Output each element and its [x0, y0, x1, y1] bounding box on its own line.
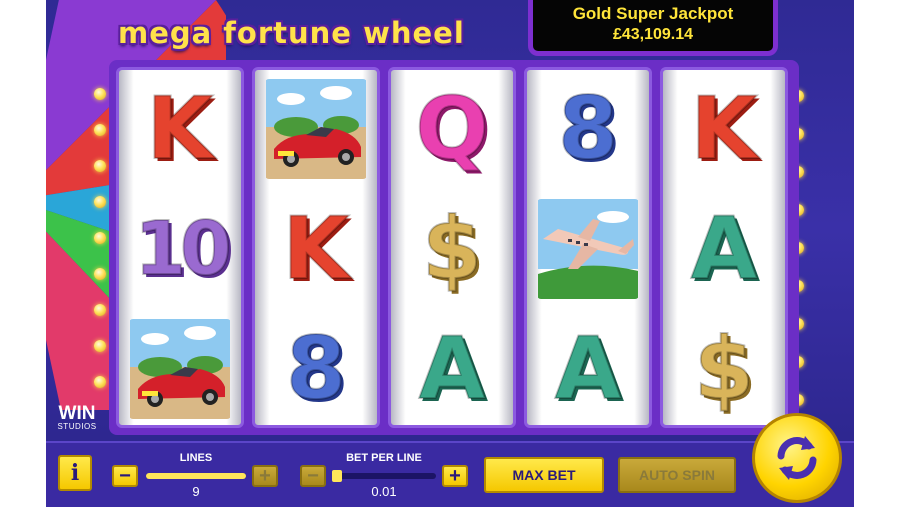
bet-decrease-button[interactable]: −	[300, 465, 326, 487]
reel-cell: 10	[119, 190, 241, 308]
info-button[interactable]: i	[58, 455, 92, 491]
bet-per-line-label: BET PER LINE	[346, 452, 422, 464]
light-bulb	[94, 196, 106, 208]
reel-1: K 10	[116, 67, 244, 428]
provider-logo: WIN STUDIOS	[52, 404, 102, 431]
light-bulb	[94, 376, 106, 388]
lines-label: LINES	[179, 452, 213, 464]
reel-cell	[255, 70, 377, 188]
lines-value: 9	[192, 484, 200, 499]
symbol-private-jet	[537, 199, 639, 299]
light-bulb	[94, 340, 106, 352]
symbol-k: K	[690, 79, 759, 179]
bet-per-line-value: 0.01	[371, 484, 397, 499]
reel-cell	[527, 190, 649, 308]
refresh-arrows-icon	[777, 436, 817, 480]
auto-spin-button[interactable]: AUTO SPIN	[618, 457, 736, 493]
light-bulb	[94, 232, 106, 244]
symbol-8: 8	[285, 319, 347, 419]
lines-increase-button[interactable]: +	[252, 465, 278, 487]
symbol-red-sports-car	[129, 319, 231, 419]
symbol-q: Q	[414, 79, 489, 179]
reel-cell	[119, 310, 241, 428]
jackpot-display: Gold Super Jackpot £43,109.14	[528, 0, 778, 56]
reel-cell: 8	[527, 70, 649, 188]
light-bulb	[94, 124, 106, 136]
lines-decrease-button[interactable]: −	[112, 465, 138, 487]
reel-cell: K	[119, 70, 241, 188]
symbol-k: K	[146, 79, 215, 179]
bet-increase-button[interactable]: +	[442, 465, 468, 487]
lines-slider-fill	[146, 473, 246, 479]
reel-cell: A	[391, 310, 513, 428]
game-stage: mega fortune wheel Gold Super Jackpot £4…	[46, 0, 854, 507]
reel-cell: K	[255, 190, 377, 308]
reel-4: 8 A	[524, 67, 652, 428]
reel-cell: A	[663, 190, 785, 308]
reel-3: Q $ A	[388, 67, 516, 428]
reel-cell: Q	[391, 70, 513, 188]
light-bulb	[94, 268, 106, 280]
game-logo: mega fortune wheel	[118, 16, 465, 50]
symbol-a: A	[690, 199, 759, 299]
reel-5: K A $	[660, 67, 788, 428]
provider-logo-line2: STUDIOS	[57, 422, 97, 431]
spin-button[interactable]	[752, 413, 842, 503]
reel-cell: $	[663, 310, 785, 428]
symbol-a: A	[554, 319, 623, 419]
reel-frame: K 10 K 8 Q $ A 8 A K A $	[109, 60, 799, 435]
max-bet-button[interactable]: MAX BET	[484, 457, 604, 493]
provider-logo-line1: WIN	[58, 403, 96, 424]
reel-cell: $	[391, 190, 513, 308]
light-bulb	[94, 160, 106, 172]
jackpot-title: Gold Super Jackpot	[572, 4, 734, 23]
control-bar: i − LINES 9 + − BET PER LINE 0.01 + MAX …	[46, 441, 854, 507]
symbol-8: 8	[557, 79, 619, 179]
symbol-dollar: $	[693, 319, 755, 419]
jackpot-amount: £43,109.14	[612, 26, 694, 43]
symbol-k: K	[282, 199, 351, 299]
reel-cell: K	[663, 70, 785, 188]
reel-cell: A	[527, 310, 649, 428]
lines-slider[interactable]	[146, 473, 246, 479]
bet-slider[interactable]	[332, 470, 436, 482]
reel-cell: 8	[255, 310, 377, 428]
symbol-10: 10	[134, 206, 233, 292]
symbol-dollar: $	[421, 199, 483, 299]
light-bulb	[94, 304, 106, 316]
symbol-a: A	[418, 319, 487, 419]
symbol-red-sports-car	[265, 79, 367, 179]
reel-2: K 8	[252, 67, 380, 428]
light-bulb	[94, 88, 106, 100]
bet-slider-knob[interactable]	[332, 470, 342, 482]
